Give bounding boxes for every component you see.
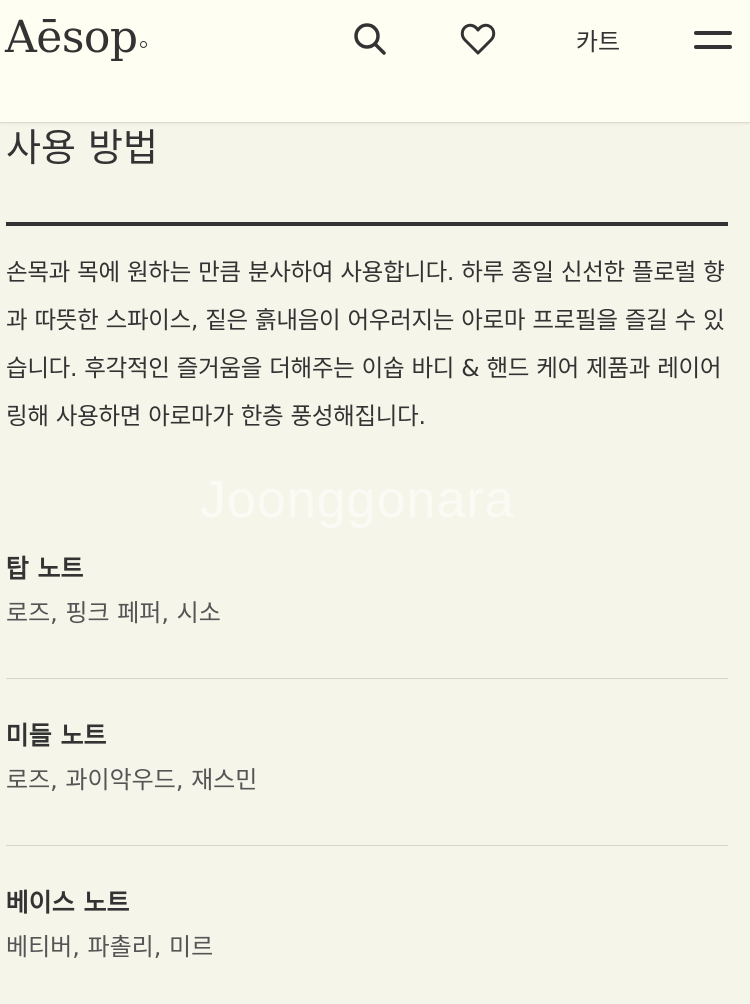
search-button[interactable] xyxy=(345,14,395,64)
watermark-text: Joonggonara xyxy=(200,471,515,529)
note-divider xyxy=(6,678,728,679)
middle-note-title: 미들 노트 xyxy=(6,721,107,750)
note-divider xyxy=(6,845,728,846)
title-divider xyxy=(6,222,728,226)
search-icon xyxy=(354,23,386,55)
wishlist-button[interactable] xyxy=(453,14,503,64)
base-note-title: 베이스 노트 xyxy=(6,888,130,917)
logo-registered-dot xyxy=(139,41,147,48)
top-note-value: 로즈, 핑크 페퍼, 시소 xyxy=(6,599,221,627)
top-note: 탑 노트 로즈, 핑크 페퍼, 시소 xyxy=(6,552,728,630)
heart-icon xyxy=(460,23,496,55)
base-note: 베이스 노트 베티버, 파촐리, 미르 xyxy=(6,886,728,964)
base-note-value: 베티버, 파촐리, 미르 xyxy=(6,933,214,961)
middle-note-value: 로즈, 과이악우드, 재스민 xyxy=(6,766,258,794)
usage-description: 손목과 목에 원하는 만큼 분사하여 사용합니다. 하루 종일 신선한 플로럴 … xyxy=(6,258,725,430)
aesop-logo[interactable]: Aēsop xyxy=(5,8,147,68)
product-usage-section: 사용 방법 손목과 목에 원하는 만큼 분사하여 사용합니다. 하루 종일 신선… xyxy=(6,122,730,961)
cart-button[interactable]: 카트 xyxy=(563,14,633,64)
section-title: 사용 방법 xyxy=(6,126,158,170)
hamburger-menu-icon xyxy=(694,31,732,49)
middle-note: 미들 노트 로즈, 과이악우드, 재스민 xyxy=(6,719,728,797)
top-note-title: 탑 노트 xyxy=(6,554,84,583)
menu-button[interactable] xyxy=(688,14,738,64)
site-header: Aēsop 카트 xyxy=(0,0,750,123)
